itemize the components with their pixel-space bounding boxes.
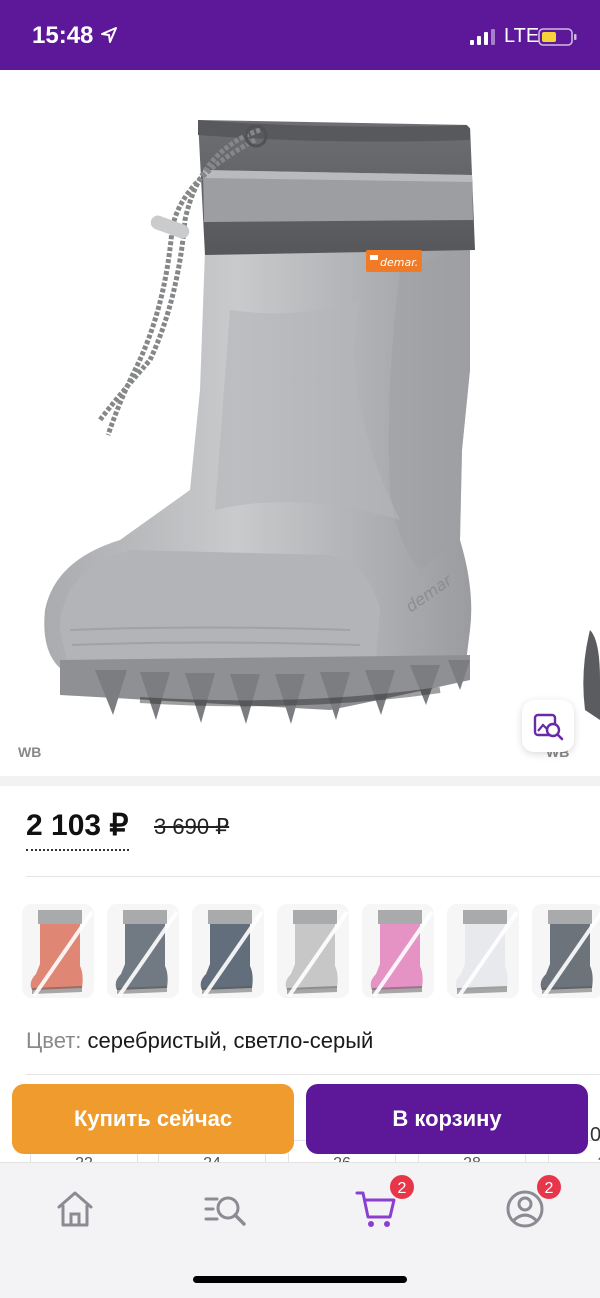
- product-photo: demar demar.: [44, 120, 600, 724]
- divider: [26, 876, 600, 877]
- catalog-search-icon: [204, 1196, 246, 1226]
- cart-badge: 2: [388, 1173, 416, 1201]
- color-variant-thumb[interactable]: [447, 904, 519, 998]
- home-indicator: [193, 1276, 407, 1283]
- back-button[interactable]: [20, 94, 60, 144]
- boot-thumbnail: [277, 904, 349, 998]
- section-gap: [0, 776, 600, 786]
- color-variant-thumb[interactable]: [22, 904, 94, 998]
- signal-bars-icon: [470, 29, 495, 45]
- color-variant-thumb[interactable]: [362, 904, 434, 998]
- visual-search-button[interactable]: [522, 700, 574, 752]
- old-price: 3 690 ₽: [154, 814, 230, 839]
- favorite-heart-button[interactable]: [458, 98, 502, 142]
- color-info: Цвет: серебристый, светло-серый: [26, 1028, 373, 1054]
- boot-thumbnail: [107, 904, 179, 998]
- network-type: LTE: [504, 25, 540, 47]
- color-variant-thumb[interactable]: [192, 904, 264, 998]
- buy-now-button[interactable]: Купить сейчас: [12, 1084, 294, 1154]
- wb-watermark: WB: [18, 744, 42, 760]
- size-edge-digit: 0: [590, 1124, 600, 1146]
- status-bar: 15:48 LTE: [0, 0, 600, 70]
- location-arrow-icon: [101, 27, 117, 43]
- color-variant-thumb[interactable]: [532, 904, 600, 998]
- color-variant-thumb[interactable]: [107, 904, 179, 998]
- boot-thumbnail: [362, 904, 434, 998]
- color-label: Цвет:: [26, 1028, 82, 1053]
- visual-search-icon: [533, 713, 564, 741]
- share-button[interactable]: [538, 94, 582, 142]
- svg-text:demar.: demar.: [380, 256, 418, 269]
- boot-thumbnail: [532, 904, 600, 998]
- product-page: 15:48 LTE demar demar. WB WB 2 103 ₽ 3 6…: [0, 0, 600, 1298]
- add-to-cart-button[interactable]: В корзину: [306, 1084, 588, 1154]
- nav-catalog[interactable]: [203, 1187, 247, 1231]
- product-photo-gallery[interactable]: demar demar. WB WB: [0, 70, 600, 776]
- boot-thumbnail: [192, 904, 264, 998]
- profile-badge: 2: [535, 1173, 563, 1201]
- boot-thumbnail: [447, 904, 519, 998]
- nav-home[interactable]: [53, 1187, 97, 1231]
- color-value: серебристый, светло-серый: [87, 1028, 374, 1053]
- divider: [26, 1074, 600, 1075]
- color-variants: [22, 904, 600, 1000]
- status-time: 15:48: [32, 22, 94, 49]
- color-variant-thumb[interactable]: [277, 904, 349, 998]
- current-price[interactable]: 2 103 ₽: [26, 808, 129, 851]
- battery-icon: [538, 28, 577, 46]
- boot-thumbnail: [22, 904, 94, 998]
- home-icon: [57, 1191, 93, 1227]
